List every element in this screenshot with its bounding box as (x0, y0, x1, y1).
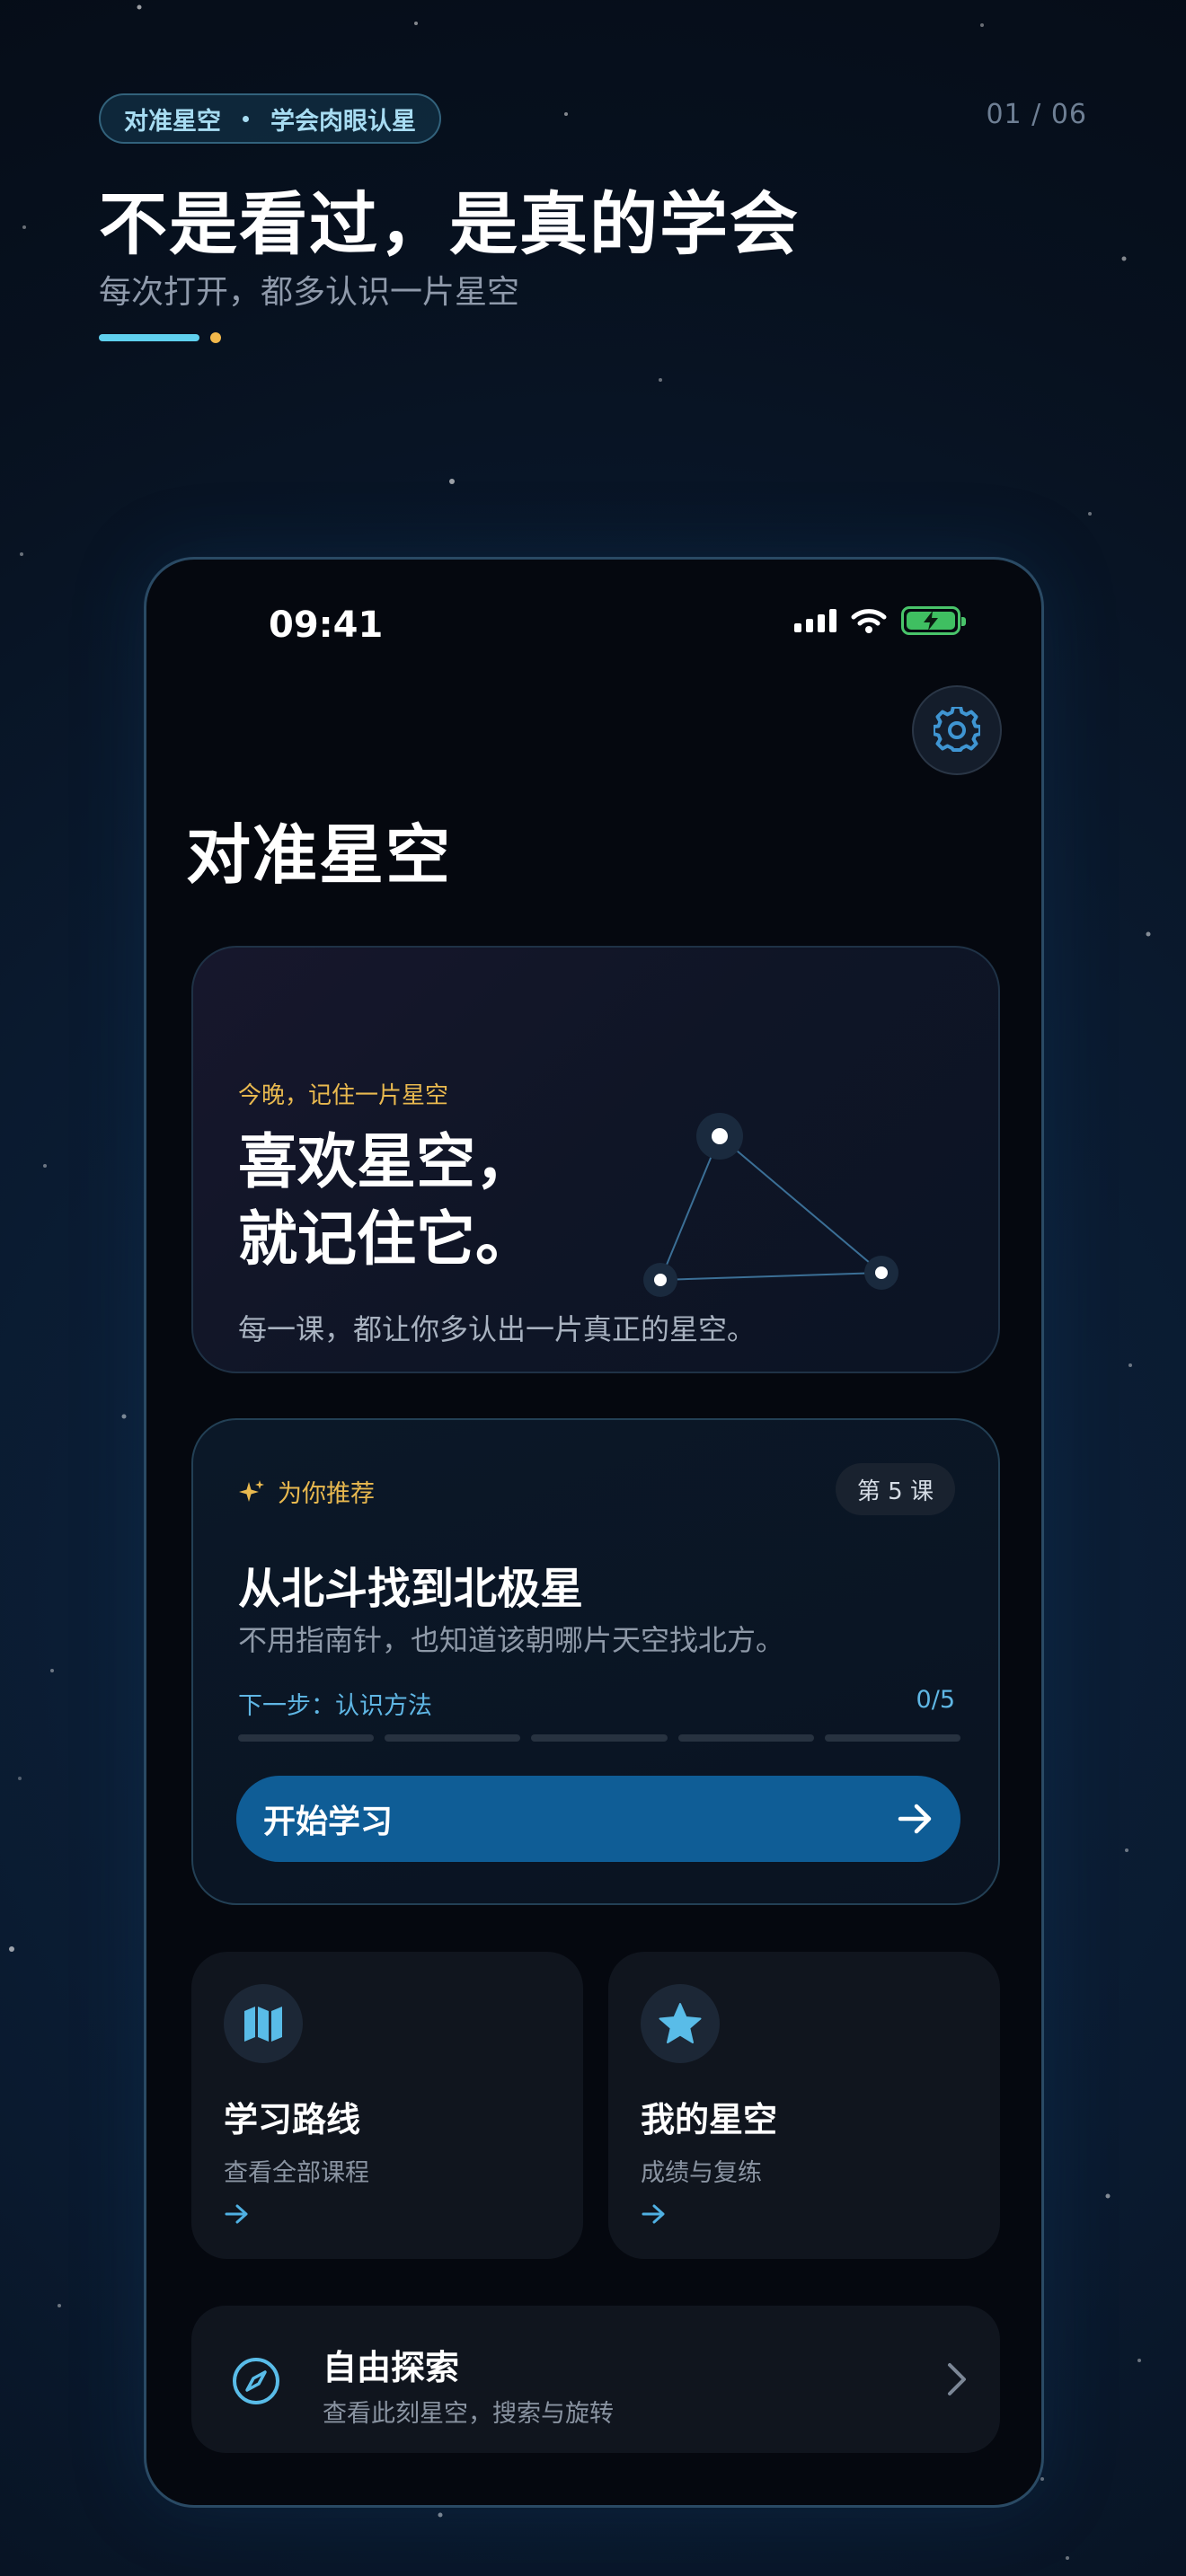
hero-accent-dot (210, 332, 221, 343)
progress-segment (238, 1734, 375, 1742)
cellular-signal-icon (794, 609, 836, 632)
battery-charging-icon (901, 606, 966, 635)
compass-icon (233, 2358, 279, 2404)
arrow-right-icon (225, 2204, 248, 2224)
wifi-icon (851, 609, 887, 633)
header-pill: 对准星空 学会肉眼认星 (99, 93, 441, 144)
chevron-right-icon (948, 2363, 966, 2395)
tile-title: 学习路线 (224, 2100, 361, 2139)
lesson-title: 从北斗找到北极星 (238, 1564, 584, 1614)
hero-card[interactable]: 今晚，记住一片星空 喜欢星空， 就记住它。 每一课，都让你多认出一片真正的星空。 (191, 946, 1000, 1373)
hero-title: 不是看过，是真的学会 (99, 184, 800, 264)
progress-segment (385, 1734, 521, 1742)
start-learning-button[interactable]: 开始学习 (236, 1776, 960, 1862)
constellation-illustration (643, 1113, 898, 1297)
hero-accent-bar (99, 334, 199, 341)
sparkle-icon (239, 1479, 264, 1502)
hero-card-description: 每一课，都让你多认出一片真正的星空。 (238, 1312, 757, 1346)
status-time: 09:41 (269, 604, 384, 646)
pill-separator-dot (243, 115, 249, 122)
recommendation-tag-label: 为你推荐 (278, 1480, 375, 1508)
lesson-description: 不用指南针，也知道该朝哪片天空找北方。 (238, 1623, 785, 1657)
progress-segment (824, 1734, 961, 1742)
hero-card-eyebrow: 今晚，记住一片星空 (238, 1082, 449, 1109)
tile-subtitle: 成绩与复练 (641, 2159, 762, 2187)
star-icon (659, 2003, 702, 2043)
settings-button[interactable] (912, 685, 1002, 775)
page-indicator: 01 / 06 (986, 99, 1087, 130)
my-sky-tile[interactable]: 我的星空 成绩与复练 (608, 1952, 1000, 2259)
hero-card-headline-line2: 就记住它。 (238, 1204, 535, 1274)
app-title: 对准星空 (186, 817, 453, 893)
recommendation-card: 为你推荐 第 5 课 从北斗找到北极星 不用指南针，也知道该朝哪片天空找北方。 … (191, 1418, 1000, 1905)
lesson-number-badge: 第 5 课 (835, 1463, 955, 1515)
hero-subtitle: 每次打开，都多认识一片星空 (99, 274, 520, 311)
recommendation-tag: 为你推荐 (238, 1474, 375, 1509)
progress-segment (531, 1734, 668, 1742)
explore-subtitle: 查看此刻星空，搜索与旋转 (323, 2400, 614, 2428)
tile-icon-wrap (641, 1984, 720, 2063)
hero-card-headline: 喜欢星空， 就记住它。 (238, 1124, 535, 1278)
progress-segment (677, 1734, 814, 1742)
learning-path-tile[interactable]: 学习路线 查看全部课程 (191, 1952, 583, 2259)
status-icons (794, 606, 966, 635)
next-step-label: 下一步：认识方法 (238, 1692, 432, 1720)
progress-count: 0/5 (916, 1686, 955, 1714)
pill-label-tagline: 学会肉眼认星 (270, 107, 416, 136)
arrow-right-icon (642, 2204, 665, 2224)
tile-icon-wrap (224, 1984, 303, 2063)
gear-icon (934, 707, 980, 752)
explore-title: 自由探索 (323, 2348, 460, 2387)
start-learning-label: 开始学习 (263, 1804, 394, 1840)
pill-label-app: 对准星空 (124, 107, 221, 136)
phone-frame: 09:41 对准星空 今晚，记住一片星空 喜欢星空， 就记住它。 每一课，都让你… (144, 557, 1044, 2508)
tile-subtitle: 查看全部课程 (224, 2159, 369, 2187)
arrow-right-icon (898, 1804, 932, 1834)
map-icon (244, 2007, 282, 2042)
tile-title: 我的星空 (641, 2100, 778, 2139)
lesson-progress-bar (238, 1734, 961, 1742)
hero-card-headline-line1: 喜欢星空， (238, 1127, 535, 1196)
free-explore-row[interactable]: 自由探索 查看此刻星空，搜索与旋转 (191, 2306, 1000, 2453)
